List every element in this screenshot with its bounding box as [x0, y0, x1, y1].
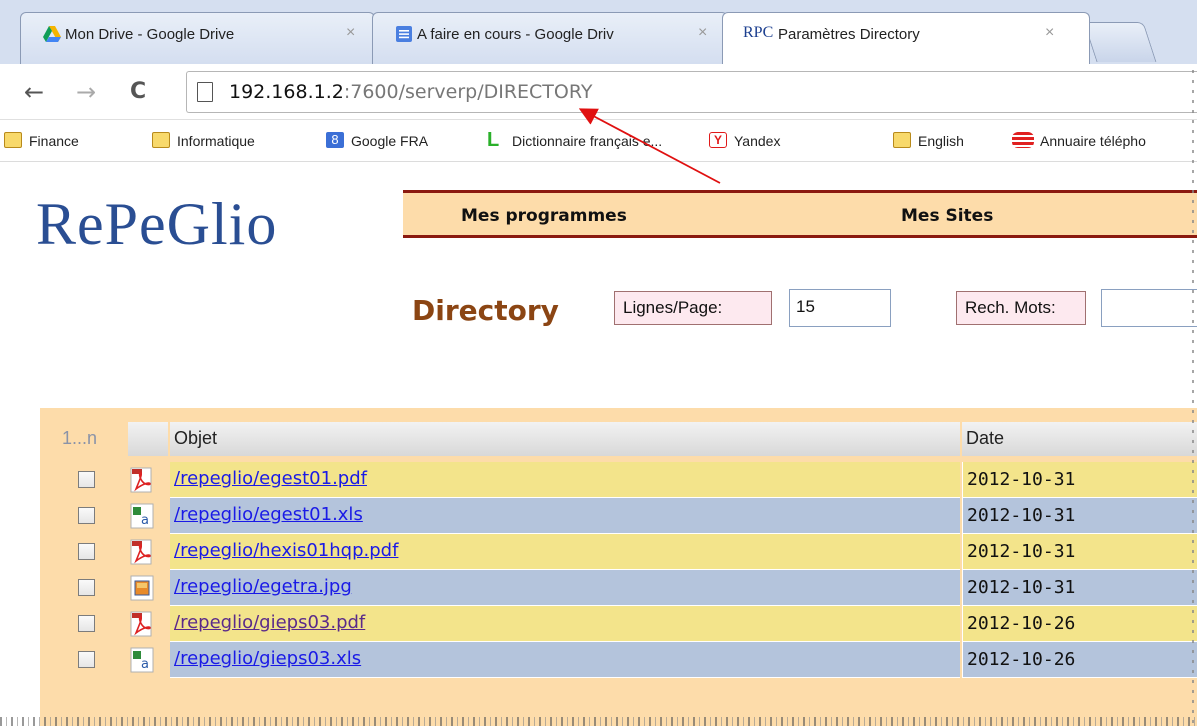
- annotation-arrow: [578, 108, 721, 184]
- tab-close-button[interactable]: ×: [1045, 24, 1054, 42]
- annotation-arrow-line: [578, 108, 721, 184]
- rpc-favicon-icon: RPC: [743, 24, 774, 41]
- tab-title: Paramètres Directory: [778, 26, 920, 43]
- tab-parametres-directory[interactable]: RPC Paramètres Directory ×: [722, 12, 1090, 64]
